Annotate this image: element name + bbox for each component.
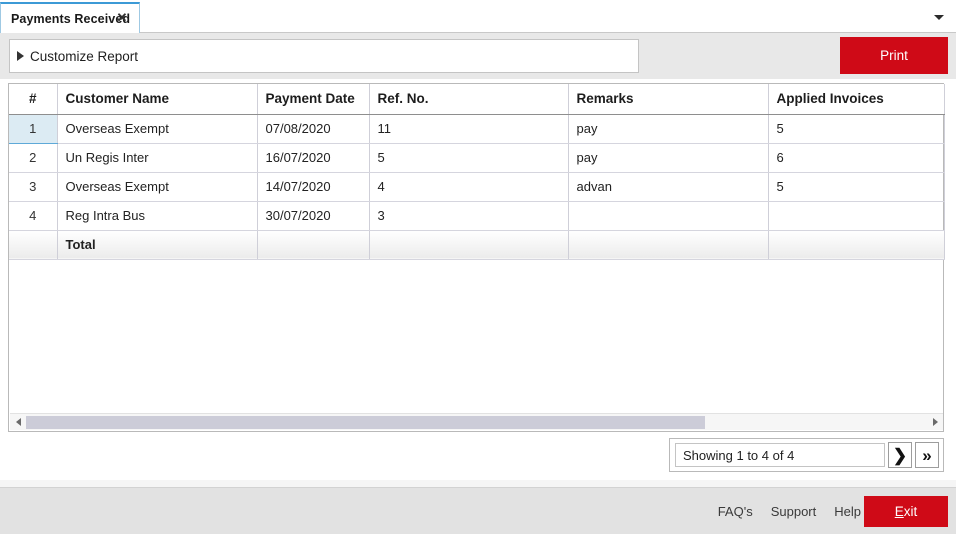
print-button[interactable]: Print (840, 37, 948, 74)
payments-received-table: # Customer Name Payment Date Ref. No. Re… (9, 84, 945, 260)
footer-bar: FAQ's Support Help Exit (0, 487, 956, 534)
toolbar: Customize Report Print (0, 33, 956, 79)
table-header: # Customer Name Payment Date Ref. No. Re… (9, 84, 945, 115)
arrow-left-icon[interactable] (11, 414, 25, 430)
cell-remarks: pay (568, 114, 769, 144)
arrow-right-icon[interactable] (928, 414, 942, 430)
cell-ref: 11 (369, 114, 569, 144)
cell-total-label: Total (57, 230, 258, 260)
table-row[interactable]: 1 Overseas Exempt 07/08/2020 11 pay 5 (9, 114, 945, 144)
customize-report-label: Customize Report (30, 48, 139, 64)
cell-ref: 5 (369, 143, 569, 173)
last-page-button[interactable]: » (915, 442, 939, 468)
table-body: 1 Overseas Exempt 07/08/2020 11 pay 5 2 … (9, 114, 945, 260)
cell-remarks (568, 201, 769, 231)
footer-link-support[interactable]: Support (771, 504, 817, 519)
cell-date: 14/07/2020 (257, 172, 370, 202)
column-header-remarks[interactable]: Remarks (568, 84, 769, 115)
report-grid-panel: # Customer Name Payment Date Ref. No. Re… (8, 83, 945, 432)
table-total-row: Total (9, 230, 945, 260)
cell-num: 2 (9, 143, 58, 173)
close-icon[interactable]: ✕ (115, 11, 129, 25)
next-page-button[interactable]: ❯ (888, 442, 912, 468)
cell-total-ref (369, 230, 569, 260)
cell-total-num (9, 230, 58, 260)
cell-date: 30/07/2020 (257, 201, 370, 231)
column-header-invoices[interactable]: Applied Invoices (768, 84, 945, 115)
footer-separator (0, 480, 956, 487)
cell-num: 4 (9, 201, 58, 231)
table-row[interactable]: 4 Reg Intra Bus 30/07/2020 3 (9, 201, 945, 231)
cell-total-date (257, 230, 370, 260)
chevron-down-icon[interactable] (930, 9, 948, 25)
cell-total-invoices (768, 230, 945, 260)
cell-name: Un Regis Inter (57, 143, 258, 173)
cell-date: 16/07/2020 (257, 143, 370, 173)
cell-name: Reg Intra Bus (57, 201, 258, 231)
pagination-status: Showing 1 to 4 of 4 (675, 443, 885, 467)
cell-invoices: 6 (768, 143, 945, 173)
arrow-right-glyph (932, 418, 938, 426)
column-header-num[interactable]: # (9, 84, 58, 115)
cell-ref: 3 (369, 201, 569, 231)
cell-remarks: advan (568, 172, 769, 202)
exit-button[interactable]: Exit (864, 496, 948, 527)
pagination-bar: Showing 1 to 4 of 4 ❯ » (669, 438, 944, 472)
footer-link-help[interactable]: Help (834, 504, 861, 519)
scrollbar-thumb[interactable] (26, 416, 705, 429)
table-row[interactable]: 2 Un Regis Inter 16/07/2020 5 pay 6 (9, 143, 945, 173)
column-header-ref[interactable]: Ref. No. (369, 84, 569, 115)
horizontal-scrollbar[interactable] (10, 413, 943, 430)
tab-strip: Payments Received ✕ (0, 0, 956, 33)
tab-label: Payments Received (11, 11, 131, 26)
chevron-down-glyph (934, 14, 944, 20)
footer-links: FAQ's Support Help (718, 504, 861, 519)
table-row[interactable]: 3 Overseas Exempt 14/07/2020 4 advan 5 (9, 172, 945, 202)
triangle-right-icon (17, 51, 24, 61)
cell-invoices: 5 (768, 114, 945, 144)
arrow-left-glyph (15, 418, 21, 426)
exit-accel-letter: E (894, 504, 904, 519)
column-header-name[interactable]: Customer Name (57, 84, 258, 115)
customize-report-toggle[interactable]: Customize Report (9, 39, 639, 73)
cell-invoices (768, 201, 945, 231)
exit-rest-letters: xit (903, 504, 918, 519)
cell-name: Overseas Exempt (57, 172, 258, 202)
cell-total-remarks (568, 230, 769, 260)
cell-num: 3 (9, 172, 58, 202)
cell-num: 1 (9, 114, 58, 144)
table-header-row: # Customer Name Payment Date Ref. No. Re… (9, 84, 945, 115)
tab-payments-received[interactable]: Payments Received ✕ (0, 2, 140, 33)
cell-date: 07/08/2020 (257, 114, 370, 144)
cell-name: Overseas Exempt (57, 114, 258, 144)
column-header-date[interactable]: Payment Date (257, 84, 370, 115)
cell-invoices: 5 (768, 172, 945, 202)
footer-link-faqs[interactable]: FAQ's (718, 504, 753, 519)
cell-remarks: pay (568, 143, 769, 173)
cell-ref: 4 (369, 172, 569, 202)
